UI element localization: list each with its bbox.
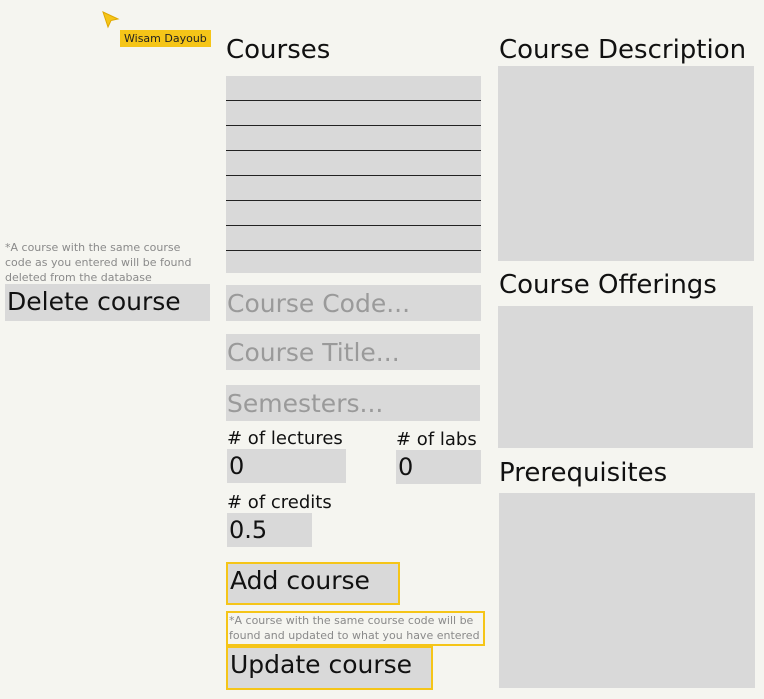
delete-note: *A course with the same course code as y… (5, 241, 192, 284)
course-offerings-panel[interactable] (498, 306, 753, 448)
credits-input[interactable] (227, 513, 312, 547)
labs-input[interactable] (396, 450, 481, 484)
credits-label: # of credits (227, 492, 332, 513)
courses-heading: Courses (226, 35, 331, 65)
prerequisites-panel[interactable] (499, 493, 755, 688)
list-item-divider (226, 175, 481, 176)
course-title-input[interactable] (226, 334, 480, 370)
courses-list[interactable] (226, 76, 481, 273)
list-item-divider (226, 250, 481, 251)
list-item-divider (226, 150, 481, 151)
add-course-button[interactable]: Add course (226, 562, 400, 605)
delete-course-button[interactable]: Delete course (5, 284, 210, 321)
list-item-divider (226, 100, 481, 101)
update-note: *A course with the same course code will… (226, 611, 485, 646)
list-item-divider (226, 125, 481, 126)
collaborator-name-tag: Wisam Dayoub (120, 30, 211, 47)
collaborator-cursor-icon (102, 11, 120, 29)
lectures-input[interactable] (227, 449, 346, 483)
course-description-heading: Course Description (499, 35, 747, 65)
prerequisites-heading: Prerequisites (499, 458, 668, 488)
course-code-input[interactable] (226, 285, 481, 321)
labs-label: # of labs (396, 429, 477, 450)
update-course-button[interactable]: Update course (226, 646, 433, 690)
lectures-label: # of lectures (227, 428, 343, 449)
list-item-divider (226, 200, 481, 201)
list-item-divider (226, 225, 481, 226)
course-offerings-heading: Course Offerings (499, 270, 717, 300)
semesters-input[interactable] (226, 385, 480, 421)
course-description-panel[interactable] (498, 66, 754, 261)
